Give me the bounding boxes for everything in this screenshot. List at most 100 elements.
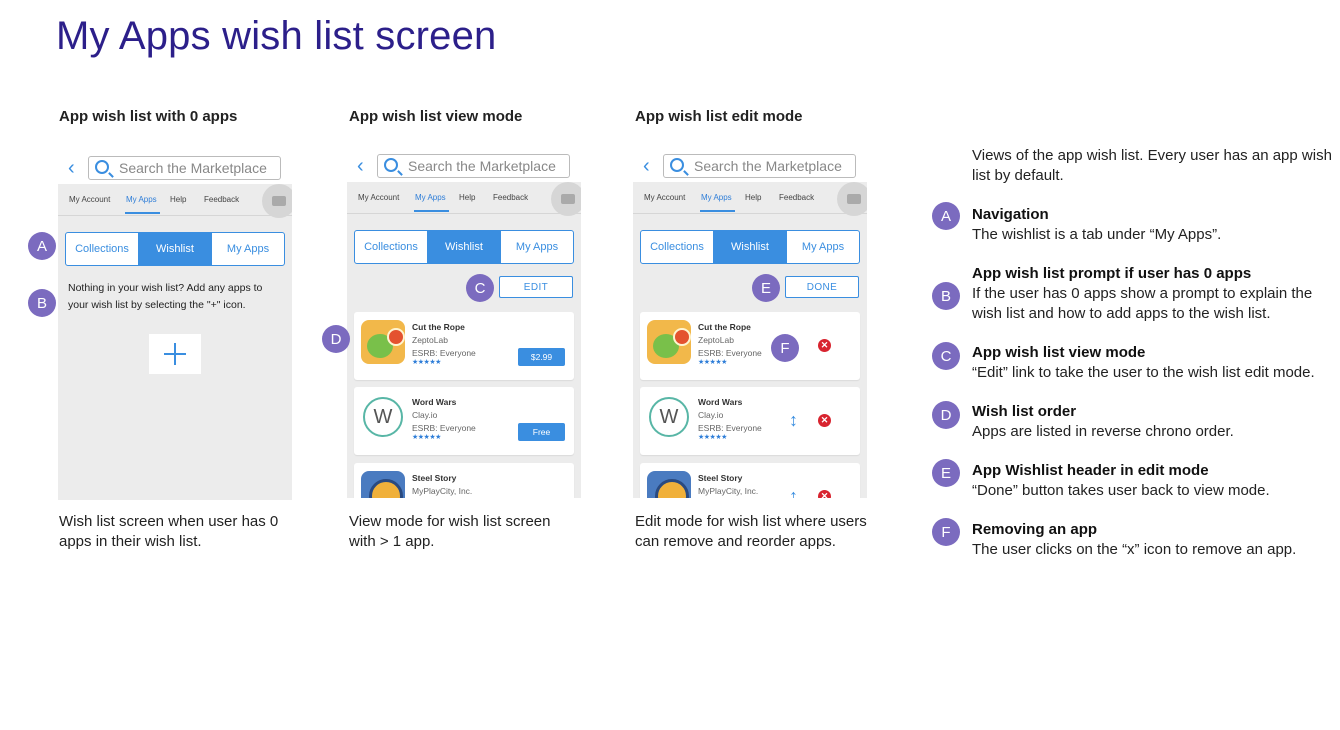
legend-badge-a: A (932, 202, 960, 230)
phone-mockup-view: ‹ Search the Marketplace My Account My A… (347, 150, 581, 498)
nav-my-apps[interactable]: My Apps (126, 195, 157, 204)
screen-body: My Account My Apps Help Feedback Collect… (633, 182, 867, 498)
star-rating: ★★★★★ (412, 434, 441, 441)
app-card[interactable]: W Word Wars Clay.io ESRB: Everyone ★★★★★… (354, 387, 574, 455)
nav-my-apps[interactable]: My Apps (701, 193, 732, 202)
wishlist-segment-control: Collections Wishlist My Apps (354, 230, 574, 264)
camera-button[interactable] (551, 182, 581, 216)
nav-help[interactable]: Help (170, 195, 186, 204)
app-developer: MyPlayCity, Inc. (698, 486, 759, 496)
app-name: Steel Story (412, 473, 457, 483)
search-input[interactable]: Search the Marketplace (663, 154, 856, 178)
note-description: The wishlist is a tab under “My Apps”. (972, 226, 1222, 243)
camera-button[interactable] (262, 184, 292, 218)
screen-body: My Account My Apps Help Feedback Collect… (58, 184, 292, 500)
nav-help[interactable]: Help (459, 193, 475, 202)
app-icon-steel-story (647, 471, 691, 498)
chevron-left-icon[interactable]: ‹ (357, 156, 364, 176)
tab-my-apps[interactable]: My Apps (787, 231, 859, 263)
nav-feedback[interactable]: Feedback (204, 195, 239, 204)
chevron-left-icon[interactable]: ‹ (68, 158, 75, 178)
screen-body: My Account My Apps Help Feedback Collect… (347, 182, 581, 498)
app-developer: ZeptoLab (412, 335, 448, 345)
edit-button[interactable]: EDIT (499, 276, 573, 298)
legend-note-a: Navigation The wishlist is a tab under “… (972, 205, 1338, 245)
nav-my-apps[interactable]: My Apps (415, 193, 446, 202)
annotation-badge-a: A (28, 232, 56, 260)
search-placeholder: Search the Marketplace (694, 158, 842, 174)
note-description: The user clicks on the “x” icon to remov… (972, 541, 1297, 558)
price-button[interactable]: $2.99 (518, 348, 565, 366)
column-caption-view: View mode for wish list screen with > 1 … (349, 513, 551, 550)
tab-collections[interactable]: Collections (641, 231, 714, 263)
annotation-badge-b: B (28, 289, 56, 317)
remove-x-icon[interactable]: ✕ (818, 414, 831, 427)
app-icon-word-wars: W (649, 397, 689, 437)
top-bar: ‹ Search the Marketplace (633, 150, 867, 184)
nav-active-underline (414, 210, 449, 212)
app-icon-cut-the-rope (361, 320, 405, 364)
app-rating-label: ESRB: Everyone (412, 423, 476, 433)
camera-button[interactable] (837, 182, 867, 216)
note-description: “Edit” link to take the user to the wish… (972, 364, 1315, 381)
note-description: Apps are listed in reverse chrono order. (972, 423, 1234, 440)
nav-bar: My Account My Apps Help Feedback (347, 182, 581, 216)
app-rating-label: ESRB: Everyone (412, 348, 476, 358)
tab-collections[interactable]: Collections (66, 233, 139, 265)
app-card[interactable]: Cut the Rope ZeptoLab ESRB: Everyone ★★★… (354, 312, 574, 380)
app-card[interactable]: Steel Story MyPlayCity, Inc. (354, 463, 574, 498)
done-button[interactable]: DONE (785, 276, 859, 298)
remove-x-icon[interactable]: ✕ (818, 490, 831, 498)
app-card: Steel Story MyPlayCity, Inc. ↑ ✕ (640, 463, 860, 498)
star-rating: ★★★★★ (412, 359, 441, 366)
star-rating: ★★★★★ (698, 434, 727, 441)
camera-icon (847, 194, 861, 204)
nav-my-account[interactable]: My Account (644, 193, 685, 202)
legend-badge-c: C (932, 342, 960, 370)
app-developer: Clay.io (412, 410, 438, 420)
app-developer: MyPlayCity, Inc. (412, 486, 473, 496)
reorder-arrows-icon[interactable]: ↕ (789, 411, 798, 429)
search-icon (384, 158, 398, 172)
app-name: Cut the Rope (412, 322, 465, 332)
reorder-arrows-icon[interactable]: ↑ (789, 487, 798, 498)
tab-my-apps[interactable]: My Apps (501, 231, 573, 263)
legend-badge-e: E (932, 459, 960, 487)
annotation-badge-d: D (322, 325, 350, 353)
legend-note-f: Removing an app The user clicks on the “… (972, 520, 1338, 560)
camera-icon (561, 194, 575, 204)
note-title: Wish list order (972, 403, 1077, 420)
tab-wishlist[interactable]: Wishlist (714, 231, 787, 263)
nav-feedback[interactable]: Feedback (779, 193, 814, 202)
legend-note-d: Wish list order Apps are listed in rever… (972, 402, 1338, 442)
nav-feedback[interactable]: Feedback (493, 193, 528, 202)
legend-note-e: App Wishlist header in edit mode “Done” … (972, 461, 1338, 501)
annotation-badge-c: C (466, 274, 494, 302)
search-input[interactable]: Search the Marketplace (88, 156, 281, 180)
column-caption-edit: Edit mode for wish list where users can … (635, 513, 867, 550)
nav-help[interactable]: Help (745, 193, 761, 202)
chevron-left-icon[interactable]: ‹ (643, 156, 650, 176)
add-app-button[interactable] (149, 334, 201, 374)
nav-bar: My Account My Apps Help Feedback (633, 182, 867, 216)
annotation-badge-f: F (771, 334, 799, 362)
price-button[interactable]: Free (518, 423, 565, 441)
tab-collections[interactable]: Collections (355, 231, 428, 263)
note-description: “Done” button takes user back to view mo… (972, 482, 1270, 499)
app-rating-label: ESRB: Everyone (698, 423, 762, 433)
notes-intro: Views of the app wish list. Every user h… (972, 147, 1332, 184)
tab-wishlist[interactable]: Wishlist (139, 233, 212, 265)
tab-my-apps[interactable]: My Apps (212, 233, 284, 265)
wishlist-segment-control: Collections Wishlist My Apps (65, 232, 285, 266)
note-title: App wish list prompt if user has 0 apps (972, 265, 1252, 282)
empty-wishlist-message: Nothing in your wish list? Add any apps … (68, 282, 263, 311)
app-icon-cut-the-rope (647, 320, 691, 364)
app-name: Word Wars (698, 397, 743, 407)
column-heading-view: App wish list view mode (349, 108, 523, 125)
search-input[interactable]: Search the Marketplace (377, 154, 570, 178)
remove-x-icon[interactable]: ✕ (818, 339, 831, 352)
tab-wishlist[interactable]: Wishlist (428, 231, 501, 263)
app-name: Cut the Rope (698, 322, 751, 332)
nav-my-account[interactable]: My Account (69, 195, 110, 204)
nav-my-account[interactable]: My Account (358, 193, 399, 202)
